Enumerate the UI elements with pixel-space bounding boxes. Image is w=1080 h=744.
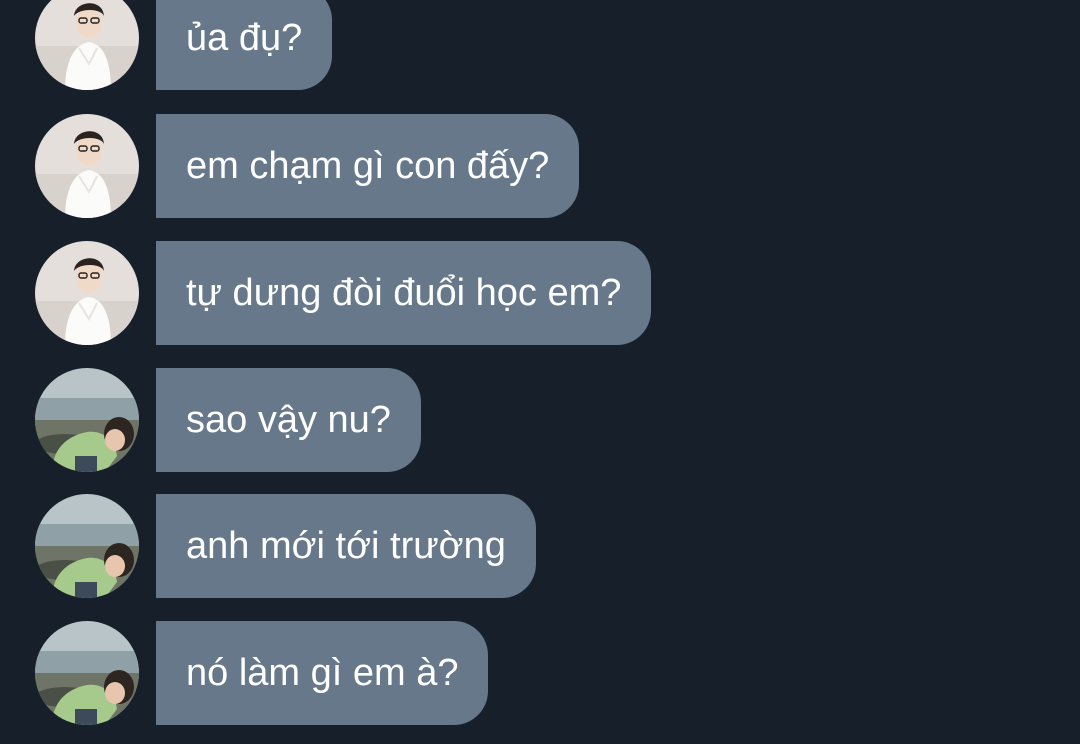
message-bubble[interactable]: sao vậy nu? [156, 368, 421, 472]
girl-avatar-icon[interactable] [35, 114, 139, 218]
message-row: em chạm gì con đấy? [0, 114, 1080, 218]
message-bubble[interactable]: ủa đụ? [156, 0, 333, 90]
boy-avatar-icon[interactable] [35, 368, 139, 472]
message-bubble[interactable]: nó làm gì em à? [156, 621, 489, 725]
message-row: anh mới tới trường [0, 494, 1080, 598]
message-bubble[interactable]: tự dưng đòi đuổi học em? [156, 241, 652, 345]
boy-avatar-icon[interactable] [35, 494, 139, 598]
message-row: sao vậy nu? [0, 368, 1080, 472]
boy-avatar-icon[interactable] [35, 621, 139, 725]
message-bubble[interactable]: em chạm gì con đấy? [156, 114, 580, 218]
message-bubble[interactable]: anh mới tới trường [156, 494, 536, 598]
chat-thread: ủa đụ? em chạm gì con đấy? tự dưng đòi đ… [0, 0, 1080, 744]
girl-avatar-icon[interactable] [35, 0, 139, 90]
message-row: nó làm gì em à? [0, 621, 1080, 725]
message-row: ủa đụ? [0, 0, 1080, 90]
message-row: tự dưng đòi đuổi học em? [0, 241, 1080, 345]
girl-avatar-icon[interactable] [35, 241, 139, 345]
